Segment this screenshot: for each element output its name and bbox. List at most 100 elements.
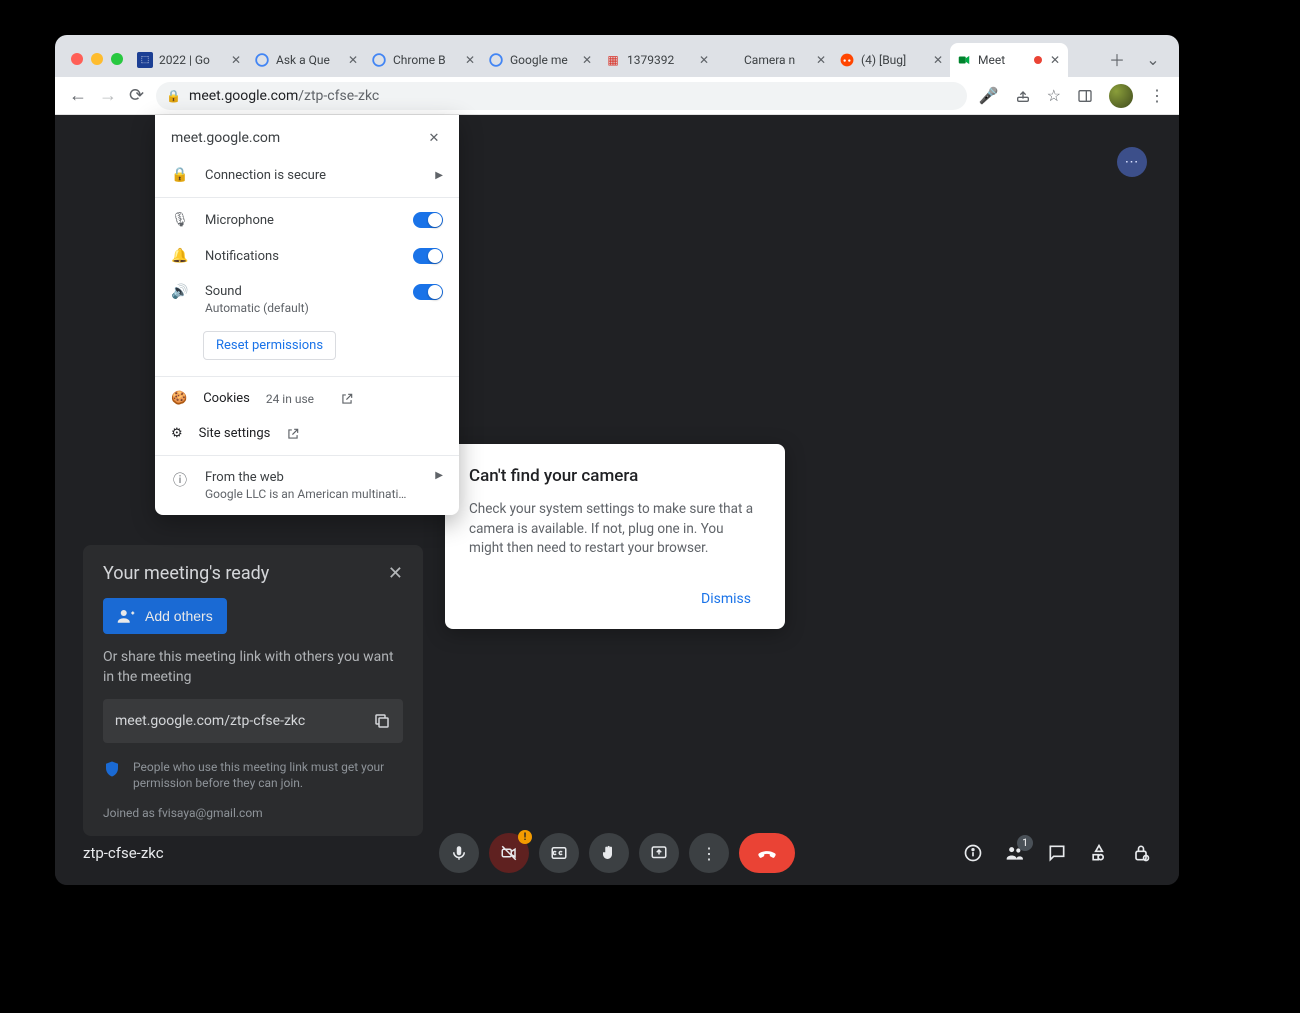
tab-close-icon[interactable]: ✕ bbox=[463, 53, 477, 67]
person-add-icon bbox=[117, 607, 135, 625]
url-host: meet.google.com bbox=[189, 88, 298, 104]
add-others-button[interactable]: Add others bbox=[103, 598, 227, 634]
connection-label: Connection is secure bbox=[205, 168, 419, 183]
activities-button[interactable] bbox=[1089, 843, 1109, 863]
captions-icon bbox=[550, 844, 568, 862]
raise-hand-button[interactable] bbox=[589, 833, 629, 873]
meeting-link-box: meet.google.com/ztp-cfse-zkc bbox=[103, 699, 403, 743]
shapes-icon bbox=[1089, 843, 1109, 863]
info-icon bbox=[963, 843, 983, 863]
bookmark-star-icon[interactable]: ☆ bbox=[1047, 86, 1061, 105]
window-controls bbox=[61, 53, 131, 77]
connection-secure-row[interactable]: 🔒 Connection is secure ▶ bbox=[155, 157, 459, 193]
lock-icon[interactable]: 🔒 bbox=[166, 89, 181, 103]
tab-close-icon[interactable]: ✕ bbox=[346, 53, 360, 67]
favicon-doc-icon: ⬚ bbox=[137, 52, 153, 68]
window-close[interactable] bbox=[71, 53, 83, 65]
captions-button[interactable] bbox=[539, 833, 579, 873]
tab-title: (4) [Bug] bbox=[861, 53, 925, 67]
joined-as: Joined as fvisaya@gmail.com bbox=[103, 806, 403, 820]
meeting-code: ztp-cfse-zkc bbox=[83, 844, 164, 862]
people-button[interactable]: 1 bbox=[1005, 843, 1025, 863]
tab-7-active[interactable]: Meet ✕ bbox=[950, 43, 1068, 77]
tab-title: Camera n bbox=[744, 53, 808, 67]
chat-button[interactable] bbox=[1047, 843, 1067, 863]
meet-content: meet.google.com ✕ 🔒 Connection is secure… bbox=[55, 115, 1179, 885]
present-icon bbox=[650, 844, 668, 862]
tab-close-icon[interactable]: ✕ bbox=[229, 53, 243, 67]
perm-sound-toggle[interactable] bbox=[413, 284, 443, 300]
add-others-label: Add others bbox=[145, 608, 213, 624]
divider bbox=[155, 376, 459, 377]
divider bbox=[155, 197, 459, 198]
mic-toggle-button[interactable] bbox=[439, 833, 479, 873]
share-icon[interactable] bbox=[1015, 88, 1031, 104]
lock-icon: 🔒 bbox=[171, 167, 189, 183]
favicon-google-icon bbox=[488, 52, 504, 68]
host-controls-button[interactable] bbox=[1131, 843, 1151, 863]
tab-4[interactable]: ▦ 1379392 ✕ bbox=[599, 43, 717, 77]
more-options-button[interactable]: ⋮ bbox=[689, 833, 729, 873]
window-minimize[interactable] bbox=[91, 53, 103, 65]
chat-icon bbox=[1047, 843, 1067, 863]
copy-icon[interactable] bbox=[373, 712, 391, 730]
from-the-web-row[interactable]: ⓘ From the web Google LLC is an American… bbox=[155, 460, 459, 511]
nav-forward-button[interactable]: → bbox=[99, 85, 117, 106]
people-count-badge: 1 bbox=[1017, 835, 1033, 851]
tab-3[interactable]: Google me ✕ bbox=[482, 43, 600, 77]
open-external-icon bbox=[340, 392, 354, 406]
window-maximize[interactable] bbox=[111, 53, 123, 65]
chrome-menu-icon[interactable]: ⋮ bbox=[1149, 86, 1165, 105]
tab-close-icon[interactable]: ✕ bbox=[814, 53, 828, 67]
perm-notifications-toggle[interactable] bbox=[413, 248, 443, 264]
recording-indicator-icon bbox=[1034, 56, 1042, 64]
profile-avatar[interactable] bbox=[1109, 84, 1133, 108]
meeting-ready-close-icon[interactable]: ✕ bbox=[388, 563, 403, 584]
camera-off-icon bbox=[500, 844, 518, 862]
hand-icon bbox=[600, 844, 618, 862]
meeting-details-button[interactable] bbox=[963, 843, 983, 863]
tab-title: Meet bbox=[978, 53, 1026, 67]
cookies-row[interactable]: 🍪 Cookies 24 in use bbox=[155, 381, 459, 416]
tab-close-icon[interactable]: ✕ bbox=[697, 53, 711, 67]
nav-back-button[interactable]: ← bbox=[69, 85, 87, 106]
address-bar[interactable]: 🔒 meet.google.com/ztp-cfse-zkc bbox=[156, 82, 967, 110]
favicon-chromium-bug-icon: ▦ bbox=[605, 52, 621, 68]
lock-settings-icon bbox=[1131, 843, 1151, 863]
tab-5[interactable]: Camera n ✕ bbox=[716, 43, 834, 77]
leave-call-button[interactable] bbox=[739, 833, 795, 873]
camera-error-body: Check your system settings to make sure … bbox=[469, 500, 761, 559]
site-info-close-icon[interactable]: ✕ bbox=[425, 129, 443, 147]
tab-6[interactable]: (4) [Bug] ✕ bbox=[833, 43, 951, 77]
tab-list-chevron-icon[interactable]: ⌄ bbox=[1139, 45, 1167, 73]
site-settings-row[interactable]: ⚙ Site settings bbox=[155, 416, 459, 451]
divider bbox=[155, 455, 459, 456]
tab-strip: ⬚ 2022 | Go ✕ Ask a Que ✕ Chrome B ✕ Goo… bbox=[55, 35, 1179, 77]
meeting-ready-panel: Your meeting's ready ✕ Add others Or sha… bbox=[83, 545, 423, 836]
tab-close-icon[interactable]: ✕ bbox=[580, 53, 594, 67]
new-tab-button[interactable]: ＋ bbox=[1103, 45, 1131, 73]
tab-close-icon[interactable]: ✕ bbox=[1048, 53, 1062, 67]
nav-reload-button[interactable]: ⟳ bbox=[129, 85, 144, 106]
reset-permissions-button[interactable]: Reset permissions bbox=[203, 331, 336, 360]
tab-title: 2022 | Go bbox=[159, 53, 223, 67]
site-settings-label: Site settings bbox=[199, 426, 271, 441]
present-button[interactable] bbox=[639, 833, 679, 873]
tab-2[interactable]: Chrome B ✕ bbox=[365, 43, 483, 77]
sound-icon: 🔊 bbox=[171, 284, 189, 300]
tab-close-icon[interactable]: ✕ bbox=[931, 53, 945, 67]
perm-microphone-toggle[interactable] bbox=[413, 212, 443, 228]
favicon-reddit-icon bbox=[839, 52, 855, 68]
mic-indicator-icon[interactable]: 🎤 bbox=[979, 86, 999, 105]
perm-sound-row: 🔊 Sound Automatic (default) bbox=[155, 274, 459, 325]
url-path: /ztp-cfse-zkc bbox=[298, 88, 379, 104]
camera-error-title: Can't find your camera bbox=[469, 466, 761, 486]
tab-1[interactable]: Ask a Que ✕ bbox=[248, 43, 366, 77]
perm-microphone-row: 🎙 Microphone bbox=[155, 202, 459, 238]
tab-0[interactable]: ⬚ 2022 | Go ✕ bbox=[131, 43, 249, 77]
camera-toggle-button[interactable] bbox=[489, 833, 529, 873]
dismiss-button[interactable]: Dismiss bbox=[691, 585, 761, 613]
camera-error-dialog: Can't find your camera Check your system… bbox=[445, 444, 785, 629]
self-view-options-icon[interactable]: ⋯ bbox=[1117, 147, 1147, 177]
sidepanel-icon[interactable] bbox=[1077, 88, 1093, 104]
